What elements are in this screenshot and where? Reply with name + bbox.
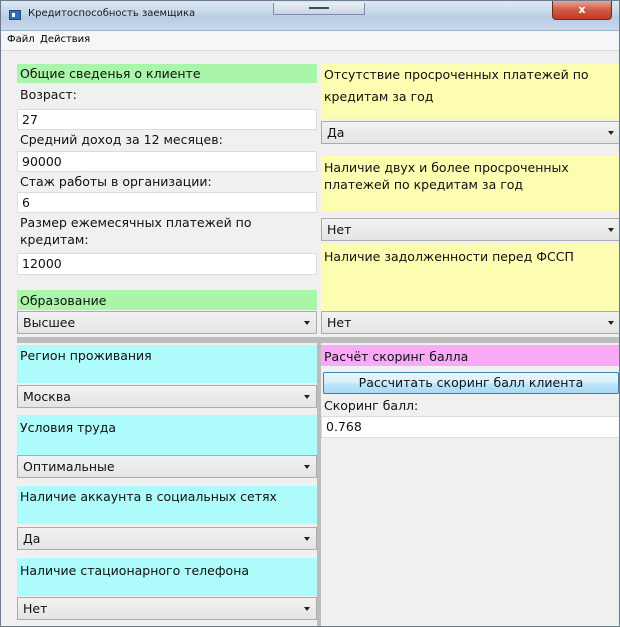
client-info-header: Общие сведенья о клиенте (17, 64, 317, 83)
app-window: Кредитоспособность заемщика x Файл Дейст… (0, 0, 620, 627)
no-overdue-label: Отсутствие просроченных платежей по кред… (321, 64, 619, 119)
title-bar[interactable]: Кредитоспособность заемщика x (1, 1, 619, 31)
menu-bar: Файл Действия (1, 31, 619, 51)
chevron-down-icon (304, 320, 310, 325)
education-value: Высшее (23, 315, 76, 330)
social-label: Наличие аккаунта в социальных сетях (17, 486, 317, 524)
payments-input[interactable]: 12000 (17, 253, 317, 275)
conditions-value: Оптимальные (23, 459, 115, 474)
chevron-down-icon (608, 227, 614, 232)
region-label: Регион проживания (17, 345, 317, 383)
conditions-combo[interactable]: Оптимальные (17, 455, 317, 478)
phone-label: Наличие стационарного телефона (17, 558, 317, 596)
chevron-down-icon (304, 464, 310, 469)
no-overdue-value: Да (327, 125, 345, 140)
no-overdue-combo[interactable]: Да (321, 121, 619, 144)
social-value: Да (23, 531, 41, 546)
chevron-down-icon (304, 394, 310, 399)
two-overdue-combo[interactable]: Нет (321, 218, 619, 241)
fssp-value: Нет (327, 315, 352, 330)
region-value: Москва (23, 389, 71, 404)
chevron-down-icon (304, 606, 310, 611)
fssp-label: Наличие задолженности перед ФССП (321, 244, 619, 311)
menu-actions[interactable]: Действия (40, 34, 90, 45)
vertical-splitter[interactable] (317, 343, 321, 626)
phone-combo[interactable]: Нет (17, 597, 317, 620)
window-title: Кредитоспособность заемщика (28, 8, 196, 19)
close-button[interactable]: x (552, 1, 612, 20)
experience-input[interactable]: 6 (17, 192, 317, 213)
chevron-down-icon (608, 320, 614, 325)
score-output[interactable]: 0.768 (321, 416, 619, 438)
chevron-down-icon (304, 536, 310, 541)
two-overdue-value: Нет (327, 222, 352, 237)
education-label: Образование (17, 290, 317, 310)
education-combo[interactable]: Высшее (17, 311, 317, 334)
two-overdue-label: Наличие двух и более просроченных платеж… (321, 156, 619, 211)
region-combo[interactable]: Москва (17, 385, 317, 408)
phone-value: Нет (23, 601, 48, 616)
chevron-down-icon (608, 130, 614, 135)
age-input[interactable]: 27 (17, 109, 317, 130)
scoring-header: Расчёт скоринг балла (321, 345, 619, 366)
app-icon (9, 10, 21, 20)
income-input[interactable]: 90000 (17, 151, 317, 172)
income-label: Средний доход за 12 месяцев: (20, 132, 223, 147)
calculate-score-button[interactable]: Рассчитать скоринг балл клиента (323, 372, 619, 394)
age-label: Возраст: (20, 87, 77, 102)
experience-label: Стаж работы в организации: (20, 174, 212, 189)
menu-file[interactable]: Файл (7, 34, 35, 45)
score-label: Скоринг балл: (324, 398, 419, 413)
payments-label: Размер ежемесячных платежей по кредитам: (20, 215, 252, 247)
fssp-combo[interactable]: Нет (321, 311, 619, 334)
minimize-icon[interactable] (273, 3, 365, 15)
social-combo[interactable]: Да (17, 527, 317, 550)
conditions-label: Условия труда (17, 415, 317, 455)
